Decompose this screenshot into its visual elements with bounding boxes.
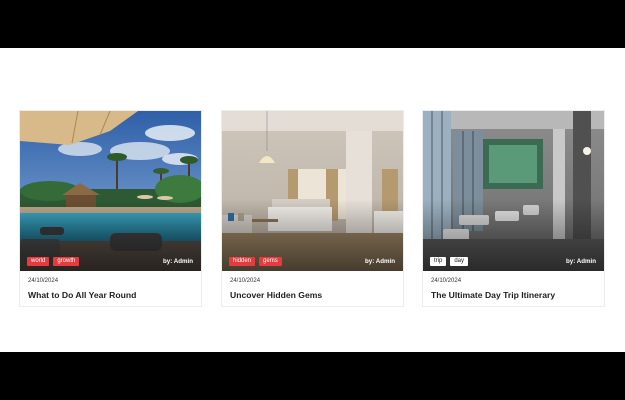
tag-link[interactable]: trip: [430, 257, 447, 266]
post-card[interactable]: world growth by: Admin 24/10/2024 What t…: [19, 110, 202, 307]
tag-link[interactable]: hidden: [229, 257, 256, 266]
hotel-lobby-image: [423, 111, 604, 271]
post-title[interactable]: Uncover Hidden Gems: [230, 290, 322, 300]
tropical-pool-resort-image: [20, 111, 201, 271]
post-tags: world growth: [27, 257, 80, 266]
post-date: 24/10/2024: [230, 278, 261, 284]
tag-link[interactable]: day: [450, 257, 469, 266]
post-title[interactable]: What to Do All Year Round: [28, 290, 136, 300]
post-author: by: Admin: [364, 258, 395, 265]
post-image[interactable]: hidden gems by: Admin: [222, 111, 403, 271]
post-tags: trip day: [430, 257, 469, 266]
post-author: by: Admin: [565, 258, 596, 265]
tag-link[interactable]: world: [27, 257, 50, 266]
post-card[interactable]: trip day by: Admin 24/10/2024 The Ultima…: [422, 110, 605, 307]
post-image[interactable]: trip day by: Admin: [423, 111, 604, 271]
post-tags: hidden gems: [229, 257, 282, 266]
post-date: 24/10/2024: [431, 278, 462, 284]
post-date: 24/10/2024: [28, 278, 59, 284]
hotel-bedroom-image: [222, 111, 403, 271]
blog-section: world growth by: Admin 24/10/2024 What t…: [0, 48, 625, 352]
post-image[interactable]: world growth by: Admin: [20, 111, 201, 271]
post-card[interactable]: hidden gems by: Admin 24/10/2024 Uncover…: [221, 110, 404, 307]
post-title[interactable]: The Ultimate Day Trip Itinerary: [431, 290, 555, 300]
tag-link[interactable]: gems: [259, 257, 282, 266]
tag-link[interactable]: growth: [53, 257, 80, 266]
post-author: by: Admin: [162, 258, 193, 265]
